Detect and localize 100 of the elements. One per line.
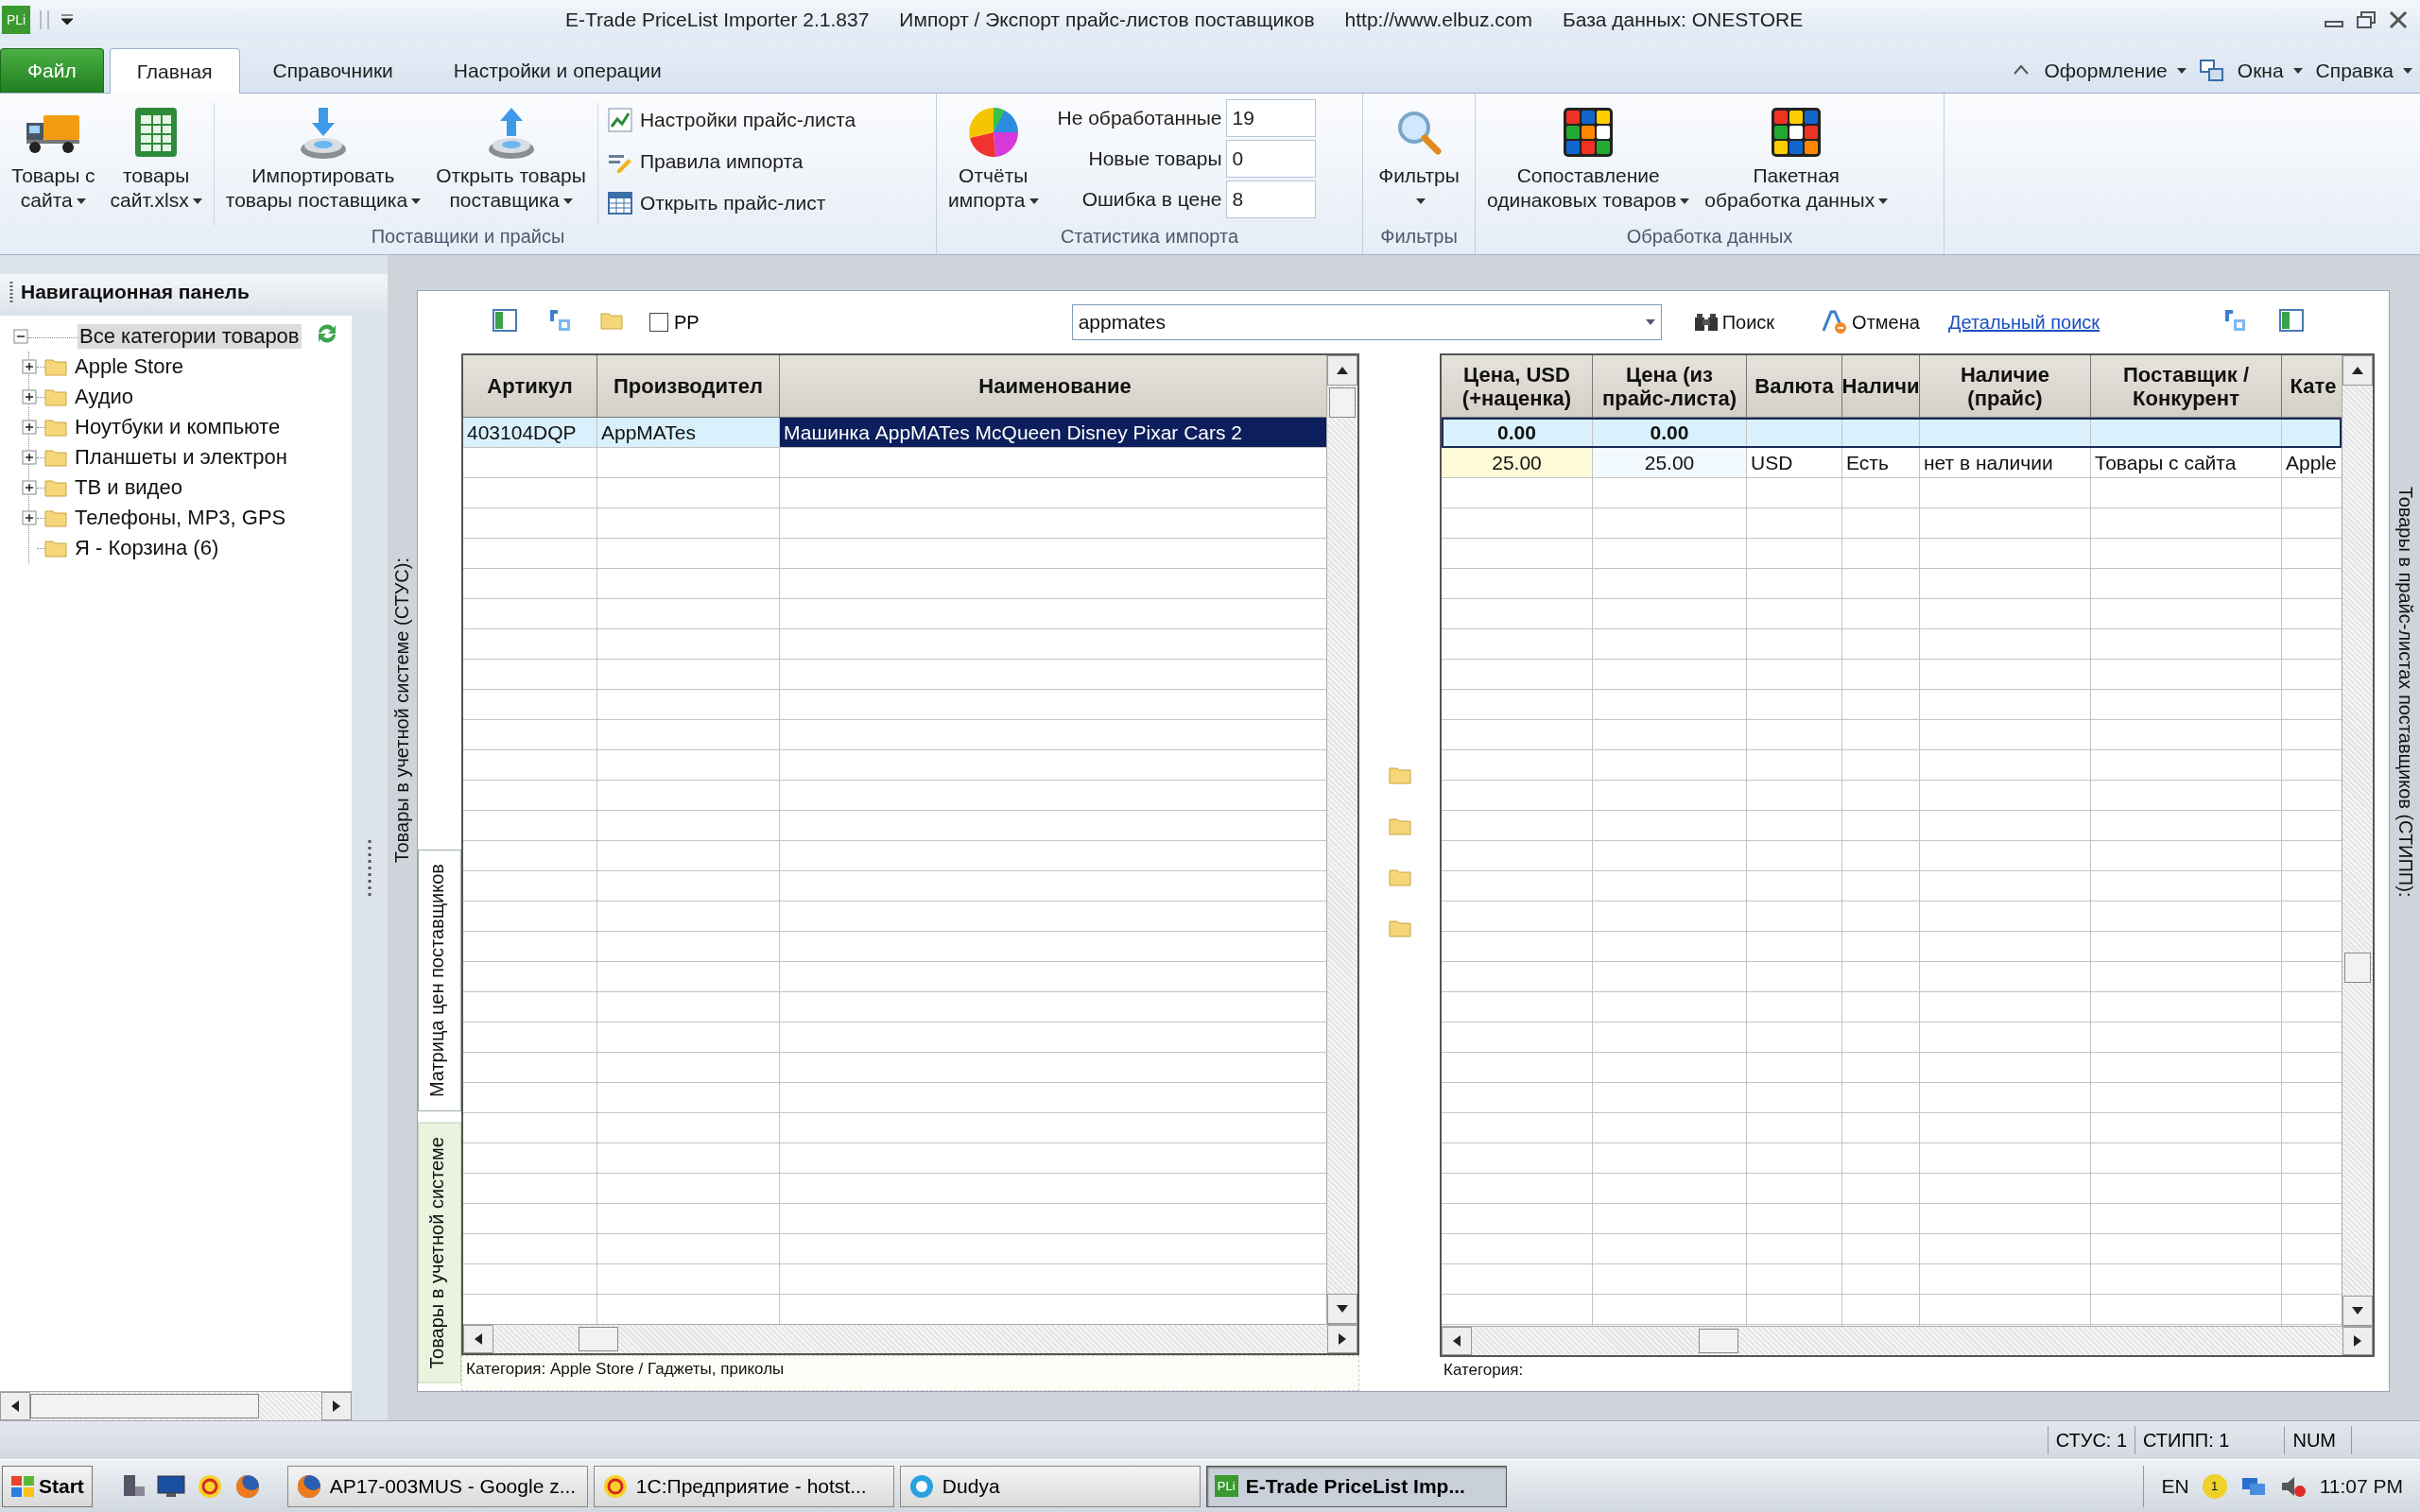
spreadsheet-icon	[133, 106, 180, 159]
group-title: Статистика импорта	[1059, 226, 1240, 249]
column-header[interactable]: Цена (из прайс-листа)	[1593, 355, 1747, 418]
stat-label: Новые товары	[1087, 147, 1222, 170]
column-header[interactable]: Поставщик / Конкурент	[2091, 355, 2282, 418]
ribbon-button[interactable]: Открыть прайс-лист	[601, 182, 862, 224]
restore-icon[interactable]	[2356, 10, 2377, 29]
ribbon-button[interactable]: Фильтры	[1367, 97, 1471, 216]
ribbon-tab[interactable]: Файл	[0, 48, 104, 93]
column-header[interactable]: Кате	[2282, 355, 2342, 418]
scrollbar[interactable]	[1442, 1326, 2373, 1355]
group-title: Поставщики и прайсы	[370, 226, 566, 249]
checkbox[interactable]: PP	[644, 310, 705, 335]
tree-item[interactable]: Я - Корзина (6)	[73, 536, 221, 560]
expander-icon[interactable]	[22, 389, 37, 404]
column-header[interactable]: Производител	[597, 355, 780, 418]
scrollbar-thumb[interactable]	[30, 1394, 259, 1418]
arrow-left-icon	[475, 1333, 482, 1345]
advanced-search-link[interactable]: Детальный поиск	[1947, 311, 2100, 334]
ribbon-button[interactable]: Сопоставление одинаковых товаров	[1479, 97, 1698, 216]
scrollbar-thumb[interactable]	[1329, 387, 1356, 418]
ribbon-button[interactable]: Правила импорта	[601, 141, 862, 182]
tree-item[interactable]: Аудио	[73, 385, 136, 409]
window-title: База данных: ONESTORE	[1562, 9, 1804, 31]
taskbar-button[interactable]: Dudya	[899, 1465, 1201, 1507]
splitter-grip-icon[interactable]	[367, 839, 372, 897]
column-header[interactable]: Наименование	[780, 355, 1327, 418]
scrollbar[interactable]	[0, 1391, 352, 1420]
section-label: Товары в прайс-листах поставщиков (СТИПП):	[2394, 487, 2416, 900]
table-row[interactable]: 25.00 25.00 USD Есть нет в наличии Товары с сайта Apple	[1442, 448, 2342, 478]
menu-item[interactable]: Окна	[2237, 60, 2303, 82]
arrow-right-icon	[1339, 1333, 1346, 1345]
scroll-down-button[interactable]	[1327, 1294, 1357, 1324]
ribbon-button[interactable]: товары сайт.xlsx	[102, 97, 210, 216]
category-label: Категория:	[1443, 1360, 1525, 1381]
scrollbar[interactable]	[2342, 355, 2373, 1326]
scroll-left-button[interactable]	[1442, 1327, 1472, 1355]
desktop-icon[interactable]	[156, 1473, 185, 1499]
ribbon-tab[interactable]: Главная	[109, 48, 240, 94]
scrollbar-thumb[interactable]	[1699, 1329, 1738, 1353]
expander-icon[interactable]	[22, 480, 37, 495]
ribbon-button[interactable]: Настройки прайс-листа	[601, 99, 862, 141]
menu-item[interactable]: Оформление	[2044, 60, 2187, 82]
ribbon-tab[interactable]: Справочники	[245, 48, 421, 93]
tree-item[interactable]: Все категории товаров	[78, 324, 302, 349]
search-button[interactable]: Поиск	[1687, 310, 1781, 335]
scroll-down-button[interactable]	[2342, 1296, 2373, 1326]
table-cell: Есть	[1842, 448, 1920, 478]
ribbon-button[interactable]: Импортировать товары поставщика	[217, 97, 429, 216]
tree-item[interactable]: Телефоны, MP3, GPS	[73, 506, 288, 530]
start-button[interactable]: Start	[2, 1465, 93, 1507]
column-header[interactable]: Валюта	[1747, 355, 1842, 418]
table-row[interactable]: 0.00 0.00	[1442, 418, 2342, 448]
expander-icon[interactable]	[22, 420, 37, 435]
ribbon-button[interactable]: Открыть товары поставщика	[428, 97, 594, 216]
tree-item[interactable]: ТВ и видео	[73, 475, 184, 500]
tree-item[interactable]: Планшеты и электрон	[73, 445, 289, 470]
table-cell: Товары с сайта	[2091, 448, 2282, 478]
view-tab[interactable]: Матрица цен поставщиков	[418, 850, 461, 1112]
ribbon-tab[interactable]: Настройки и операции	[425, 48, 689, 93]
expander-icon[interactable]	[22, 450, 37, 465]
column-header[interactable]: Наличи	[1842, 355, 1920, 418]
scrollbar-thumb[interactable]	[579, 1327, 618, 1351]
notification-badge[interactable]: 1	[2202, 1473, 2227, 1499]
expander-icon[interactable]	[13, 329, 28, 344]
tree-item[interactable]: Ноутбуки и компьюте	[73, 415, 283, 439]
taskbar-button[interactable]: AP17-003MUS - Google z...	[286, 1465, 588, 1507]
folder-icon	[44, 508, 67, 527]
scroll-left-button[interactable]	[0, 1392, 30, 1420]
taskbar-button[interactable]: PLi E-Trade PriceList Imp...	[1205, 1465, 1507, 1507]
view-tab[interactable]: Товары в учетной системе	[418, 1123, 461, 1383]
tree-item[interactable]: Apple Store	[73, 354, 185, 379]
browser-icon[interactable]	[233, 1472, 261, 1500]
app-icon[interactable]	[196, 1472, 223, 1500]
column-header[interactable]: Артикул	[463, 355, 597, 418]
column-header[interactable]: Цена, USD (+наценка)	[1442, 355, 1593, 418]
expander-icon[interactable]	[22, 510, 37, 525]
close-icon[interactable]	[2388, 10, 2409, 29]
group-title: Фильтры	[1379, 226, 1459, 249]
scrollbar[interactable]	[1326, 355, 1357, 1324]
scroll-right-button[interactable]	[1327, 1325, 1357, 1353]
table-row[interactable]: 403104DQP AppMATes Машинка AppMATes McQueen Disney Pixar Cars 2	[463, 418, 1327, 448]
scrollbar-thumb[interactable]	[2344, 953, 2371, 983]
scrollbar[interactable]	[463, 1324, 1357, 1353]
customize-menu-icon[interactable]	[60, 14, 74, 26]
ribbon-button[interactable]: Товары с сайта	[4, 97, 103, 216]
scroll-up-button[interactable]	[2342, 355, 2373, 386]
scroll-right-button[interactable]	[2342, 1327, 2373, 1355]
language-indicator[interactable]: EN	[2161, 1474, 2189, 1498]
scroll-left-button[interactable]	[463, 1325, 493, 1353]
ribbon-button[interactable]: Пакетная обработка данных	[1697, 97, 1896, 216]
scroll-right-button[interactable]	[321, 1392, 352, 1420]
expander-icon[interactable]	[22, 359, 37, 374]
ribbon-button[interactable]: Отчёты импорта	[941, 97, 1046, 216]
menu-item[interactable]: Справка	[2315, 60, 2412, 82]
column-header[interactable]: Наличие (прайс)	[1920, 355, 2091, 418]
scroll-up-button[interactable]	[1327, 355, 1357, 386]
search-field[interactable]: appmates	[1071, 304, 1662, 340]
cancel-button[interactable]: Отмена	[1816, 309, 1926, 335]
taskbar-button[interactable]: 1С:Предприятие - hotst...	[593, 1465, 894, 1507]
